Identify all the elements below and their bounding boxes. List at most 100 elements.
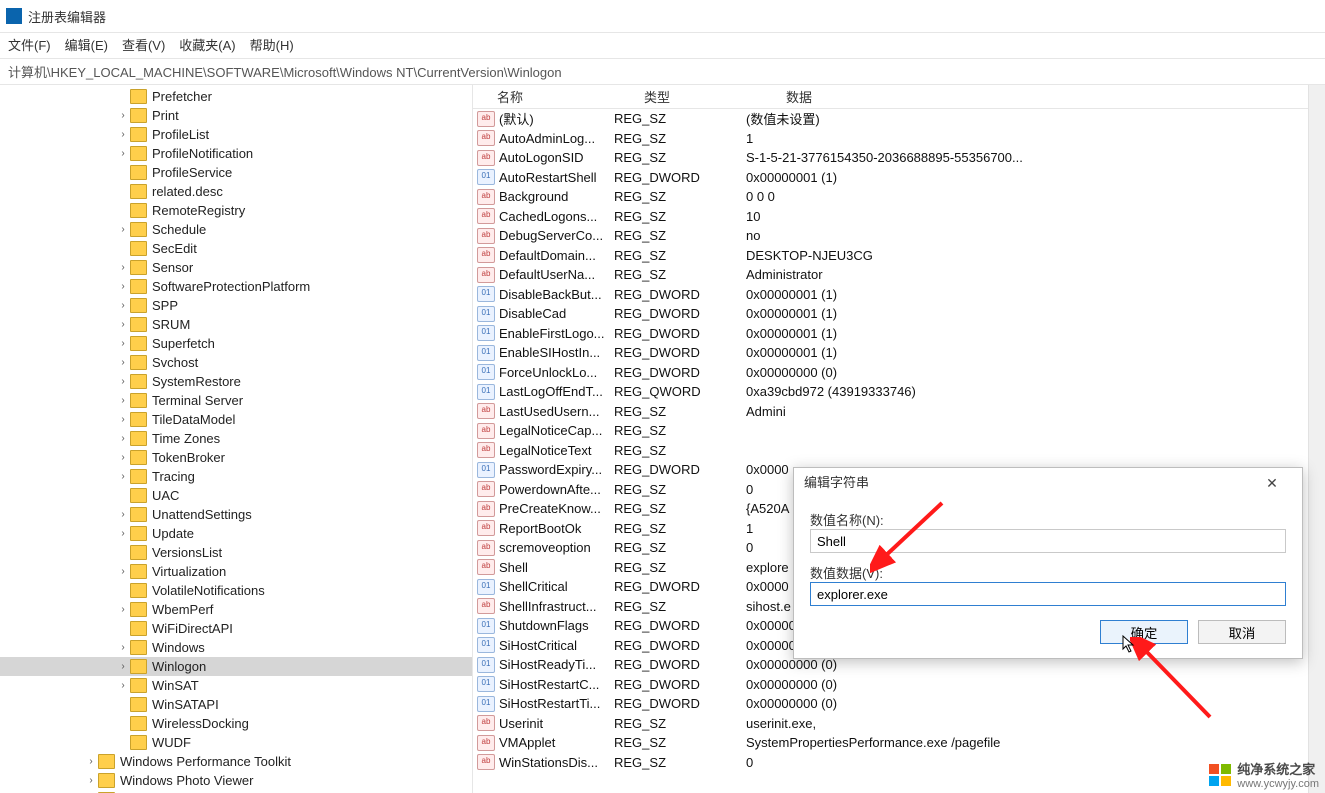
tree-item[interactable]: WUDF — [0, 733, 472, 752]
chevron-right-icon[interactable]: › — [118, 125, 128, 144]
chevron-right-icon[interactable]: › — [118, 315, 128, 334]
chevron-right-icon[interactable]: › — [118, 429, 128, 448]
tree-item[interactable]: ›TokenBroker — [0, 448, 472, 467]
chevron-right-icon[interactable]: › — [86, 752, 96, 771]
tree-item[interactable]: ›Winlogon — [0, 657, 472, 676]
value-row[interactable]: abDebugServerCo...REG_SZno — [473, 226, 1325, 246]
tree-item[interactable]: ›Time Zones — [0, 429, 472, 448]
tree-item[interactable]: SecEdit — [0, 239, 472, 258]
tree-item[interactable]: VolatileNotifications — [0, 581, 472, 600]
value-row[interactable]: abCachedLogons...REG_SZ10 — [473, 207, 1325, 227]
chevron-right-icon[interactable]: › — [118, 258, 128, 277]
value-row[interactable]: 01LastLogOffEndT...REG_QWORD0xa39cbd972 … — [473, 382, 1325, 402]
menu-file[interactable]: 文件(F) — [8, 35, 51, 54]
tree-item[interactable]: ›Windows Photo Viewer — [0, 771, 472, 790]
tree-item[interactable]: ›Update — [0, 524, 472, 543]
value-row[interactable]: abBackgroundREG_SZ0 0 0 — [473, 187, 1325, 207]
chevron-right-icon[interactable]: › — [118, 277, 128, 296]
tree-item[interactable]: ›Windows Performance Toolkit — [0, 752, 472, 771]
ok-button[interactable]: 确定 — [1100, 620, 1188, 644]
column-name[interactable]: 名称 — [473, 85, 638, 108]
tree-item[interactable]: WirelessDocking — [0, 714, 472, 733]
tree-item[interactable]: ›Superfetch — [0, 334, 472, 353]
value-name-input[interactable] — [810, 529, 1286, 553]
tree-item[interactable]: related.desc — [0, 182, 472, 201]
tree-item[interactable]: ProfileService — [0, 163, 472, 182]
chevron-right-icon[interactable]: › — [118, 676, 128, 695]
tree-pane[interactable]: Prefetcher›Print›ProfileList›ProfileNoti… — [0, 85, 473, 793]
value-data-input[interactable] — [810, 582, 1286, 606]
tree-item[interactable]: ›Tracing — [0, 467, 472, 486]
value-row[interactable]: 01EnableSIHostIn...REG_DWORD0x00000001 (… — [473, 343, 1325, 363]
tree-item[interactable]: ›SRUM — [0, 315, 472, 334]
tree-item[interactable]: ›TileDataModel — [0, 410, 472, 429]
tree-item[interactable]: ›Sensor — [0, 258, 472, 277]
tree-item[interactable]: ›WinSAT — [0, 676, 472, 695]
chevron-right-icon[interactable]: › — [118, 372, 128, 391]
value-row[interactable]: abVMAppletREG_SZSystemPropertiesPerforma… — [473, 733, 1325, 753]
menu-view[interactable]: 查看(V) — [122, 35, 165, 54]
chevron-right-icon[interactable]: › — [118, 467, 128, 486]
chevron-right-icon[interactable]: › — [118, 106, 128, 125]
value-row[interactable]: abLegalNoticeCap...REG_SZ — [473, 421, 1325, 441]
chevron-right-icon[interactable]: › — [118, 410, 128, 429]
chevron-right-icon[interactable]: › — [118, 562, 128, 581]
chevron-right-icon[interactable]: › — [118, 638, 128, 657]
tree-item[interactable]: ›Terminal Server — [0, 391, 472, 410]
chevron-right-icon[interactable]: › — [118, 353, 128, 372]
chevron-right-icon[interactable]: › — [118, 600, 128, 619]
chevron-right-icon[interactable]: › — [118, 524, 128, 543]
tree-item[interactable]: ›UnattendSettings — [0, 505, 472, 524]
address-bar[interactable]: 计算机\HKEY_LOCAL_MACHINE\SOFTWARE\Microsof… — [0, 58, 1325, 85]
menu-favorites[interactable]: 收藏夹(A) — [179, 35, 235, 54]
value-row[interactable]: abWinStationsDis...REG_SZ0 — [473, 753, 1325, 773]
value-row[interactable]: abLegalNoticeTextREG_SZ — [473, 441, 1325, 461]
chevron-right-icon[interactable]: › — [118, 296, 128, 315]
chevron-right-icon[interactable]: › — [118, 391, 128, 410]
value-row[interactable]: abDefaultUserNa...REG_SZAdministrator — [473, 265, 1325, 285]
column-type[interactable]: 类型 — [638, 85, 780, 108]
tree-item[interactable]: WinSATAPI — [0, 695, 472, 714]
value-row[interactable]: abAutoAdminLog...REG_SZ1 — [473, 129, 1325, 149]
chevron-right-icon[interactable]: › — [118, 657, 128, 676]
tree-item[interactable]: VersionsList — [0, 543, 472, 562]
tree-item[interactable]: ›SoftwareProtectionPlatform — [0, 277, 472, 296]
tree-item[interactable]: ›SystemRestore — [0, 372, 472, 391]
tree-item[interactable]: Prefetcher — [0, 87, 472, 106]
tree-item[interactable]: WiFiDirectAPI — [0, 619, 472, 638]
chevron-right-icon[interactable]: › — [118, 220, 128, 239]
column-data[interactable]: 数据 — [780, 85, 1325, 108]
cancel-button[interactable]: 取消 — [1198, 620, 1286, 644]
close-icon[interactable]: ✕ — [1252, 468, 1292, 498]
tree-item[interactable]: ›SPP — [0, 296, 472, 315]
vertical-scrollbar[interactable] — [1308, 85, 1325, 793]
value-row[interactable]: 01AutoRestartShellREG_DWORD0x00000001 (1… — [473, 168, 1325, 188]
value-row[interactable]: ab(默认)REG_SZ(数值未设置) — [473, 109, 1325, 129]
value-row[interactable]: 01SiHostRestartC...REG_DWORD0x00000000 (… — [473, 675, 1325, 695]
chevron-right-icon[interactable]: › — [118, 448, 128, 467]
chevron-right-icon[interactable]: › — [118, 144, 128, 163]
tree-item[interactable]: ›Svchost — [0, 353, 472, 372]
value-row[interactable]: 01EnableFirstLogo...REG_DWORD0x00000001 … — [473, 324, 1325, 344]
value-row[interactable]: abAutoLogonSIDREG_SZS-1-5-21-3776154350-… — [473, 148, 1325, 168]
tree-item[interactable]: ›Schedule — [0, 220, 472, 239]
tree-item[interactable]: ›ProfileList — [0, 125, 472, 144]
tree-item[interactable]: UAC — [0, 486, 472, 505]
chevron-right-icon[interactable]: › — [86, 771, 96, 790]
menu-help[interactable]: 帮助(H) — [250, 35, 294, 54]
value-row[interactable]: abUserinitREG_SZuserinit.exe, — [473, 714, 1325, 734]
tree-item[interactable]: ›Virtualization — [0, 562, 472, 581]
tree-item[interactable]: ›ProfileNotification — [0, 144, 472, 163]
value-row[interactable]: abDefaultDomain...REG_SZDESKTOP-NJEU3CG — [473, 246, 1325, 266]
tree-item[interactable]: ›WbemPerf — [0, 600, 472, 619]
value-row[interactable]: 01SiHostRestartTi...REG_DWORD0x00000000 … — [473, 694, 1325, 714]
tree-item[interactable]: ›Windows — [0, 638, 472, 657]
value-row[interactable]: abLastUsedUsern...REG_SZAdmini — [473, 402, 1325, 422]
chevron-right-icon[interactable]: › — [118, 334, 128, 353]
menu-edit[interactable]: 编辑(E) — [65, 35, 108, 54]
tree-item[interactable]: ›Print — [0, 106, 472, 125]
chevron-right-icon[interactable]: › — [118, 505, 128, 524]
value-row[interactable]: 01DisableBackBut...REG_DWORD0x00000001 (… — [473, 285, 1325, 305]
value-row[interactable]: 01ForceUnlockLo...REG_DWORD0x00000000 (0… — [473, 363, 1325, 383]
tree-item[interactable]: RemoteRegistry — [0, 201, 472, 220]
